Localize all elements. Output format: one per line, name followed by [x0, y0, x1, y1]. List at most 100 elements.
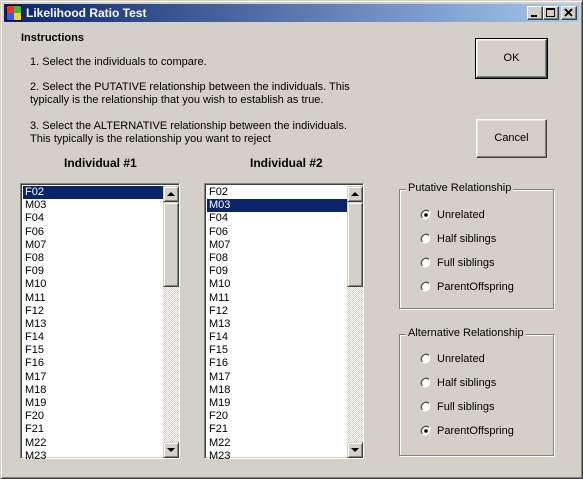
list-item[interactable]: M03	[23, 199, 163, 212]
chevron-down-icon	[351, 448, 359, 452]
dialog-window: Likelihood Ratio Test Instructions 1. Se…	[0, 0, 583, 479]
cancel-button[interactable]: Cancel	[476, 119, 547, 158]
radio-button[interactable]	[420, 401, 432, 413]
scroll-up-button[interactable]	[163, 186, 179, 202]
individual-2-listbox[interactable]: F02 M03 F04 F06 M07 F08 F09 M10 M11 F12 M13 F14 F15 F…	[204, 183, 364, 462]
list-item[interactable]: F04	[207, 212, 347, 225]
individual-1-listbox[interactable]: F02 M03 F04 F06 M07 F08 F09 M10 M11 F12 M13 F14 F15 F…	[20, 183, 180, 462]
radio-button[interactable]	[420, 257, 432, 269]
list-item[interactable]: F15	[207, 344, 347, 357]
putative-relationship-group: Putative Relationship Unrelated Half sibl…	[399, 182, 554, 309]
minimize-icon	[531, 15, 537, 17]
radio-button[interactable]	[420, 425, 432, 437]
list-item[interactable]: F12	[23, 305, 163, 318]
list-item[interactable]: M23	[207, 450, 347, 463]
list-item[interactable]: M22	[23, 437, 163, 450]
list-item[interactable]: F16	[207, 357, 347, 370]
instruction-step-3-line-2: This typically is the relationship you w…	[30, 133, 271, 145]
close-icon	[564, 8, 573, 17]
radio-label: Half siblings	[437, 233, 497, 245]
list-item[interactable]: M07	[207, 239, 347, 252]
window-title: Likelihood Ratio Test	[26, 6, 147, 20]
list-item[interactable]: M11	[23, 292, 163, 305]
maximize-button[interactable]	[543, 6, 559, 20]
radio-label: ParentOffspring	[437, 281, 514, 293]
scroll-down-button[interactable]	[347, 442, 363, 458]
scroll-down-button[interactable]	[163, 442, 179, 458]
list-item[interactable]: M17	[207, 371, 347, 384]
radio-option[interactable]: Full siblings	[420, 400, 545, 416]
maximize-icon	[546, 8, 555, 17]
list-item[interactable]: M10	[23, 278, 163, 291]
chevron-up-icon	[167, 192, 175, 196]
instruction-step-3-line-1: 3. Select the ALTERNATIVE relationship b…	[30, 120, 347, 132]
radio-label: Unrelated	[437, 353, 485, 365]
radio-option[interactable]: Unrelated	[420, 208, 545, 224]
list-item[interactable]: F15	[23, 344, 163, 357]
putative-relationship-legend: Putative Relationship	[406, 182, 514, 194]
list-item[interactable]: M11	[207, 292, 347, 305]
radio-option[interactable]: Half siblings	[420, 232, 545, 248]
radio-option[interactable]: Full siblings	[420, 256, 545, 272]
list-item[interactable]: M13	[23, 318, 163, 331]
list-item[interactable]: F21	[207, 423, 347, 436]
list-item[interactable]: F02	[23, 186, 163, 200]
list-item[interactable]: F09	[207, 265, 347, 278]
minimize-button[interactable]	[527, 6, 543, 20]
app-window-icon	[6, 5, 22, 21]
instruction-step-2-line-1: 2. Select the PUTATIVE relationship betw…	[30, 81, 350, 93]
list-item[interactable]: M07	[23, 239, 163, 252]
list-item[interactable]: F21	[23, 423, 163, 436]
list-item[interactable]: M23	[23, 450, 163, 463]
list-item[interactable]: M13	[207, 318, 347, 331]
list-item[interactable]: F08	[207, 252, 347, 265]
list-item[interactable]: F14	[23, 331, 163, 344]
list-item[interactable]: F06	[23, 226, 163, 239]
list-item[interactable]: F14	[207, 331, 347, 344]
list-item[interactable]: F20	[207, 410, 347, 423]
list-item[interactable]: M19	[207, 397, 347, 410]
radio-label: Full siblings	[437, 401, 495, 413]
list-item[interactable]: F12	[207, 305, 347, 318]
radio-option[interactable]: ParentOffspring	[420, 424, 545, 440]
radio-button[interactable]	[420, 353, 432, 365]
radio-option[interactable]: Unrelated	[420, 352, 545, 368]
list-item[interactable]: M22	[207, 437, 347, 450]
radio-option[interactable]: ParentOffspring	[420, 280, 545, 296]
instruction-step-1: 1. Select the individuals to compare.	[30, 56, 207, 68]
list-item[interactable]: M19	[23, 397, 163, 410]
radio-label: Full siblings	[437, 257, 495, 269]
radio-button[interactable]	[420, 209, 432, 221]
chevron-down-icon	[167, 448, 175, 452]
scroll-thumb[interactable]	[347, 202, 363, 287]
list-item[interactable]: F09	[23, 265, 163, 278]
alternative-relationship-group: Alternative Relationship Unrelated Half s…	[399, 327, 554, 456]
list-item[interactable]: F08	[23, 252, 163, 265]
scroll-up-button[interactable]	[347, 186, 363, 202]
list-item[interactable]: F06	[207, 226, 347, 239]
list-item[interactable]: M18	[207, 384, 347, 397]
individual-1-scrollbar[interactable]	[163, 186, 179, 458]
individual-2-heading: Individual #2	[250, 156, 323, 170]
list-item[interactable]: F16	[23, 357, 163, 370]
scroll-thumb[interactable]	[163, 202, 179, 287]
close-button[interactable]	[561, 6, 577, 20]
instruction-step-2-line-2: typically is the relationship that you w…	[30, 94, 324, 106]
radio-button[interactable]	[420, 377, 432, 389]
list-item[interactable]: M17	[23, 371, 163, 384]
list-item[interactable]: M10	[207, 278, 347, 291]
radio-option[interactable]: Half siblings	[420, 376, 545, 392]
list-item[interactable]: F20	[23, 410, 163, 423]
list-item[interactable]: M03	[207, 199, 347, 213]
radio-button[interactable]	[420, 233, 432, 245]
individual-1-heading: Individual #1	[64, 156, 137, 170]
individual-2-scrollbar[interactable]	[347, 186, 363, 458]
individual-2-list: F02 M03 F04 F06 M07 F08 F09 M10 M11 F12 M13 F14 F15 F…	[207, 186, 347, 463]
list-item[interactable]: F02	[207, 186, 347, 199]
individual-1-list: F02 M03 F04 F06 M07 F08 F09 M10 M11 F12 M13 F14 F15 F…	[23, 186, 163, 463]
ok-button[interactable]: OK	[475, 38, 548, 79]
radio-button[interactable]	[420, 281, 432, 293]
list-item[interactable]: F04	[23, 212, 163, 225]
list-item[interactable]: M18	[23, 384, 163, 397]
title-bar[interactable]: Likelihood Ratio Test	[4, 4, 579, 22]
